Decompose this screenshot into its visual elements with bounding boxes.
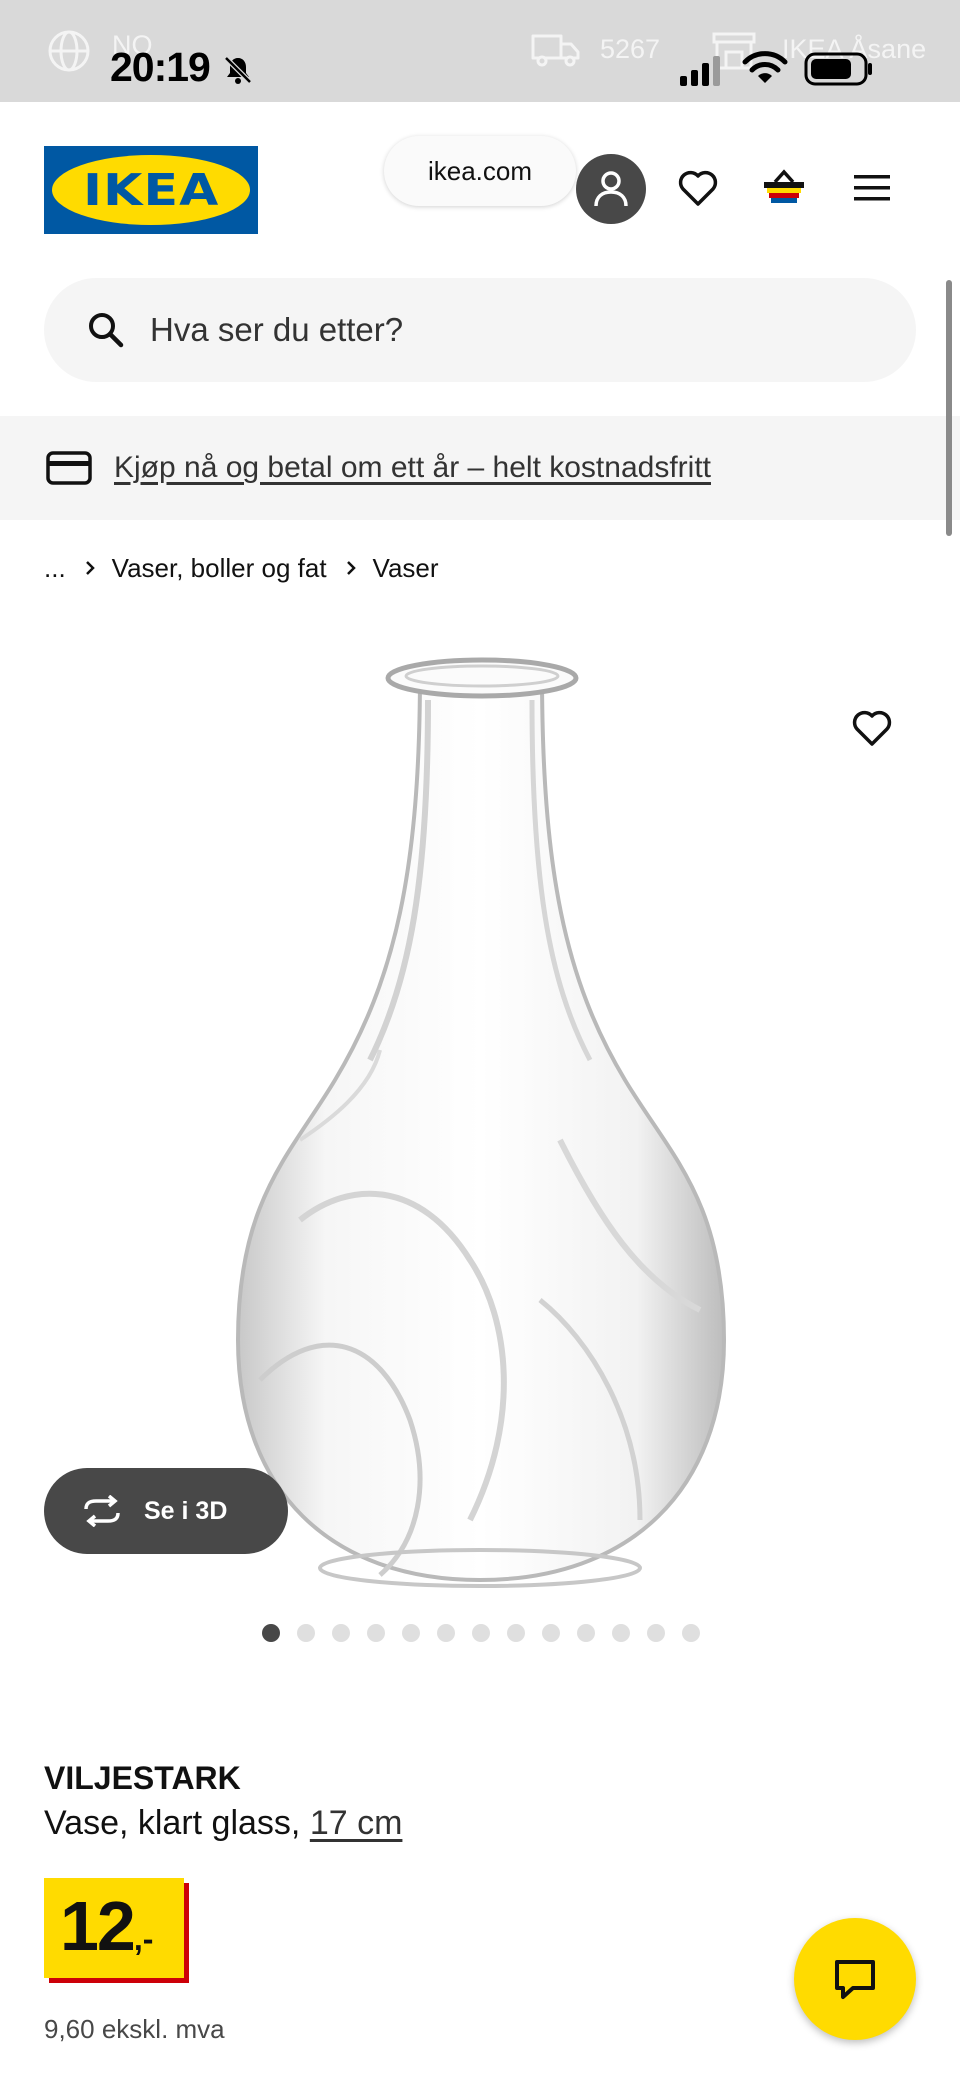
price-tag: 12 ,- [44, 1878, 184, 1978]
promo-banner: Kjøp nå og betal om ett år – helt kostna… [0, 416, 960, 520]
carousel-dot[interactable] [262, 1624, 280, 1642]
url-pill[interactable]: ikea.com [384, 136, 576, 206]
search-placeholder: Hva ser du etter? [150, 311, 404, 348]
breadcrumb-item-vases-bowls[interactable]: Vaser, boller og fat [112, 553, 327, 584]
product-image[interactable] [0, 620, 960, 1610]
globe-icon[interactable] [46, 28, 92, 74]
account-button[interactable] [576, 154, 646, 224]
site-header: IKEA ikea.com [0, 102, 960, 262]
view-in-3d-button[interactable]: Se i 3D [44, 1468, 288, 1554]
user-icon [594, 171, 628, 207]
breadcrumb-ellipsis[interactable]: ... [44, 553, 66, 584]
rotate-3d-icon [84, 1495, 120, 1527]
delivery-postcode[interactable]: 5267 [600, 34, 660, 65]
product-size-link[interactable]: 17 cm [310, 1804, 403, 1842]
carousel-dot[interactable] [367, 1624, 385, 1642]
carousel-dot[interactable] [682, 1624, 700, 1642]
credit-card-icon [46, 451, 92, 485]
status-time: 20:19 [110, 44, 211, 90]
carousel-dot[interactable] [332, 1624, 350, 1642]
promo-link[interactable]: Kjøp nå og betal om ett år – helt kostna… [114, 451, 711, 485]
chat-icon [835, 1960, 875, 1999]
carousel-dot[interactable] [612, 1624, 630, 1642]
cellular-signal-icon [680, 56, 720, 86]
breadcrumb-item-vases[interactable]: Vaser [373, 553, 439, 584]
product-description-text: Vase, klart glass, [44, 1804, 301, 1842]
status-bar: NO 20:19 5267 IKEA Åsane [0, 0, 960, 102]
heart-icon [678, 170, 718, 206]
favourites-button[interactable] [674, 164, 722, 212]
carousel-dot[interactable] [472, 1624, 490, 1642]
menu-button[interactable] [848, 164, 896, 212]
search-icon [89, 313, 124, 348]
chevron-right-icon [84, 559, 96, 577]
price-integer: 12 [60, 1887, 136, 1965]
hamburger-menu-icon [854, 175, 890, 201]
heart-icon [852, 710, 892, 746]
search-input[interactable]: Hva ser du etter? [44, 278, 916, 382]
carousel-dot[interactable] [647, 1624, 665, 1642]
price-ex-vat: 9,60 ekskl. mva [44, 2014, 225, 2044]
carousel-dot[interactable] [542, 1624, 560, 1642]
product-description: Vase, klart glass, 17 cm [44, 1804, 402, 1843]
chat-button[interactable] [794, 1918, 916, 2040]
carousel-dot[interactable] [297, 1624, 315, 1642]
wifi-icon [742, 51, 788, 83]
logo-text: IKEA [82, 164, 220, 216]
bell-slash-icon [224, 56, 252, 84]
save-to-favourites-button[interactable] [848, 704, 896, 752]
logo-oval: IKEA [52, 155, 250, 225]
carousel-dot[interactable] [577, 1624, 595, 1642]
price-suffix: ,- [133, 1921, 154, 1957]
ikea-logo[interactable]: IKEA [44, 146, 258, 234]
image-carousel-dots [262, 1624, 717, 1642]
carousel-dot[interactable] [437, 1624, 455, 1642]
product-name: VILJESTARK [44, 1760, 241, 1796]
breadcrumb: ... Vaser, boller og fat Vaser [44, 548, 439, 588]
carousel-dot[interactable] [402, 1624, 420, 1642]
scrollbar[interactable] [946, 280, 952, 536]
battery-icon [804, 52, 872, 86]
carousel-dot[interactable] [507, 1624, 525, 1642]
chevron-right-icon [345, 559, 357, 577]
cart-button[interactable] [760, 164, 808, 212]
view-in-3d-label: Se i 3D [144, 1496, 228, 1525]
truck-icon[interactable] [530, 30, 582, 68]
shopping-bag-icon [764, 169, 804, 203]
